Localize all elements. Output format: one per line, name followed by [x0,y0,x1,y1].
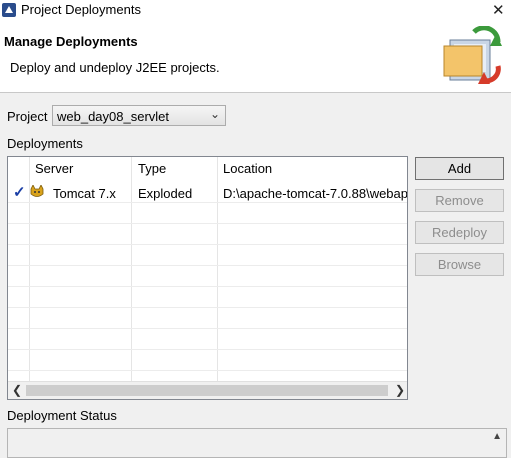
table-row [8,350,407,371]
myeclipse-app-icon [2,3,16,17]
type-cell: Exploded [138,186,193,201]
close-icon[interactable]: ✕ [492,1,505,19]
tomcat-icon [30,185,44,197]
banner-description: Deploy and undeploy J2EE projects. [10,60,220,75]
table-row [8,245,407,266]
scroll-right-icon[interactable]: ❯ [395,383,405,397]
scrollbar-thumb[interactable] [26,385,388,396]
scroll-left-icon[interactable]: ❮ [12,383,22,397]
table-row[interactable]: ✓ Tomcat 7.x Exploded D:\apache-tomcat-7… [8,182,407,203]
table-row [8,266,407,287]
table-row [8,329,407,350]
window-title: Project Deployments [21,2,141,17]
banner-heading: Manage Deployments [4,34,138,49]
table-row [8,308,407,329]
table-header: Server Type Location [8,157,407,181]
remove-button[interactable]: Remove [415,189,504,212]
column-header-server[interactable]: Server [35,161,73,176]
table-row [8,224,407,245]
scroll-up-icon[interactable]: ▲ [492,431,502,442]
project-select[interactable]: web_day08_servlet ⌄ [52,105,226,126]
column-header-location[interactable]: Location [223,161,272,176]
checkmark-icon: ✓ [13,184,26,201]
redeploy-button[interactable]: Redeploy [415,221,504,244]
add-button[interactable]: Add [415,157,504,180]
deployments-table[interactable]: Server Type Location ✓ Tomcat 7.x Explod… [7,156,408,400]
server-cell: Tomcat 7.x [53,186,116,201]
project-select-value: web_day08_servlet [57,109,170,124]
deployment-status-box: ▲ [7,428,507,458]
location-cell: D:\apache-tomcat-7.0.88\webapps\web_day0… [223,186,408,201]
deploy-wizard-icon [443,26,502,84]
table-row [8,203,407,224]
deployments-label: Deployments [7,136,83,151]
chevron-down-icon: ⌄ [209,107,220,121]
wizard-banner: Manage Deployments Deploy and undeploy J… [0,22,511,93]
horizontal-scrollbar[interactable]: ❮ ❯ [8,381,407,399]
title-bar: Project Deployments ✕ [0,0,511,22]
deployment-status-label: Deployment Status [7,408,117,423]
project-label: Project [7,109,48,124]
browse-button[interactable]: Browse [415,253,504,276]
column-header-type[interactable]: Type [138,161,166,176]
table-row [8,287,407,308]
